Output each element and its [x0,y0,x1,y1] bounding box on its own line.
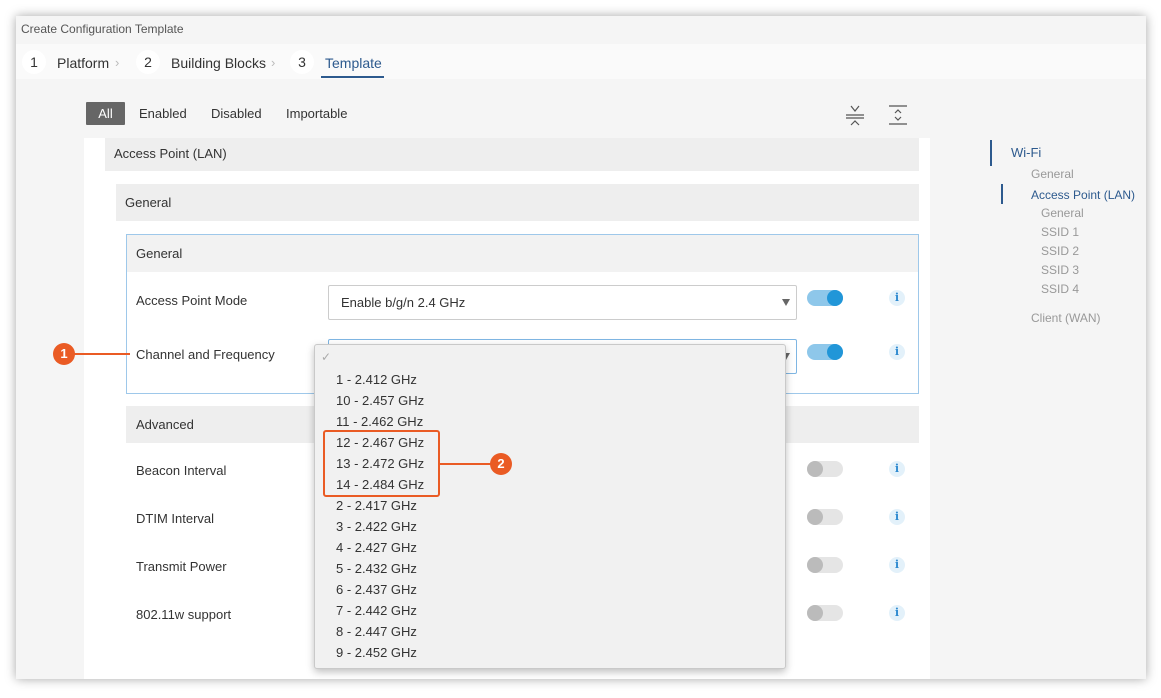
nav-wifi[interactable]: Wi-Fi [1011,145,1041,160]
filter-enabled-button[interactable]: Enabled [139,102,187,125]
nav-ssid-4[interactable]: SSID 4 [1041,282,1079,296]
nav-ssid-1[interactable]: SSID 1 [1041,225,1079,239]
callout-1-line [74,353,130,355]
expand-all-icon[interactable] [887,104,909,126]
callout-2-line [438,463,491,465]
step-1-number[interactable]: 1 [22,50,46,74]
dtim-interval-toggle[interactable] [807,509,843,525]
nav-ssid-2[interactable]: SSID 2 [1041,244,1079,258]
ap-mode-toggle[interactable] [807,290,843,306]
channel-dropdown-list: ✓ 1 - 2.412 GHz 10 - 2.457 GHz 11 - 2.46… [314,344,786,669]
channel-toggle[interactable] [807,344,843,360]
chevron-right-icon: › [115,55,120,70]
active-step-underline [321,76,384,78]
general-inner-title: General [136,246,183,261]
dropdown-option[interactable]: 11 - 2.462 GHz [336,411,423,432]
nav-client-wan[interactable]: Client (WAN) [1031,311,1101,325]
section-general-outer[interactable]: General [116,184,919,221]
channel-label: Channel and Frequency [136,347,275,362]
step-3-label[interactable]: Template [325,55,382,71]
dropdown-option[interactable]: 8 - 2.447 GHz [336,621,417,642]
callout-1-badge: 1 [53,343,75,365]
step-2-number[interactable]: 2 [136,50,160,74]
beacon-interval-label: Beacon Interval [136,463,227,478]
80211w-support-toggle[interactable] [807,605,843,621]
section-access-point[interactable]: Access Point (LAN) [105,138,919,171]
info-icon[interactable]: i [889,557,905,573]
window-title: Create Configuration Template [21,22,184,36]
nav-ssid-3[interactable]: SSID 3 [1041,263,1079,277]
section-general-outer-title: General [125,195,172,210]
step-3-number[interactable]: 3 [290,50,314,74]
collapse-all-icon[interactable] [844,104,866,126]
dropdown-option[interactable]: 6 - 2.437 GHz [336,579,417,600]
info-icon[interactable]: i [889,605,905,621]
dropdown-option[interactable]: 9 - 2.452 GHz [336,642,417,663]
callout-2-highlight-box [323,430,440,497]
nav-access-point[interactable]: Access Point (LAN) [1031,188,1135,202]
dropdown-option[interactable]: 5 - 2.432 GHz [336,558,417,579]
ap-mode-select[interactable]: Enable b/g/n 2.4 GHz [328,285,797,320]
step-1-label[interactable]: Platform [57,55,109,71]
ap-mode-label: Access Point Mode [136,293,248,308]
nav-general[interactable]: General [1031,167,1074,181]
section-advanced-title: Advanced [136,417,194,432]
transmit-power-label: Transmit Power [136,559,227,574]
nav-indicator-access-point [1001,184,1003,204]
nav-ap-general[interactable]: General [1041,206,1084,220]
filter-all-button[interactable]: All [86,102,125,125]
section-access-point-title: Access Point (LAN) [114,146,227,161]
dropdown-option[interactable]: 10 - 2.457 GHz [336,390,424,411]
ap-mode-value: Enable b/g/n 2.4 GHz [341,295,466,310]
info-icon[interactable]: i [889,290,905,306]
dialog-window: Create Configuration Template 1 Platform… [16,16,1146,679]
dropdown-option[interactable]: 3 - 2.422 GHz [336,516,417,537]
80211w-support-label: 802.11w support [136,607,232,622]
info-icon[interactable]: i [889,461,905,477]
beacon-interval-toggle[interactable] [807,461,843,477]
info-icon[interactable]: i [889,344,905,360]
chevron-down-icon [782,299,790,306]
filter-disabled-button[interactable]: Disabled [211,102,262,125]
selected-check-icon: ✓ [321,350,332,364]
dropdown-option[interactable]: 4 - 2.427 GHz [336,537,417,558]
info-icon[interactable]: i [889,509,905,525]
nav-indicator-wifi [990,140,992,166]
filter-importable-button[interactable]: Importable [286,102,347,125]
general-inner-header[interactable]: General [127,235,918,272]
dropdown-option[interactable]: 2 - 2.417 GHz [336,495,417,516]
callout-2-badge: 2 [490,453,512,475]
step-2-label[interactable]: Building Blocks [171,55,266,71]
dropdown-option[interactable]: 1 - 2.412 GHz [336,369,417,390]
chevron-right-icon: › [271,55,276,70]
dtim-interval-label: DTIM Interval [136,511,215,526]
dropdown-option[interactable]: 7 - 2.442 GHz [336,600,417,621]
transmit-power-toggle[interactable] [807,557,843,573]
